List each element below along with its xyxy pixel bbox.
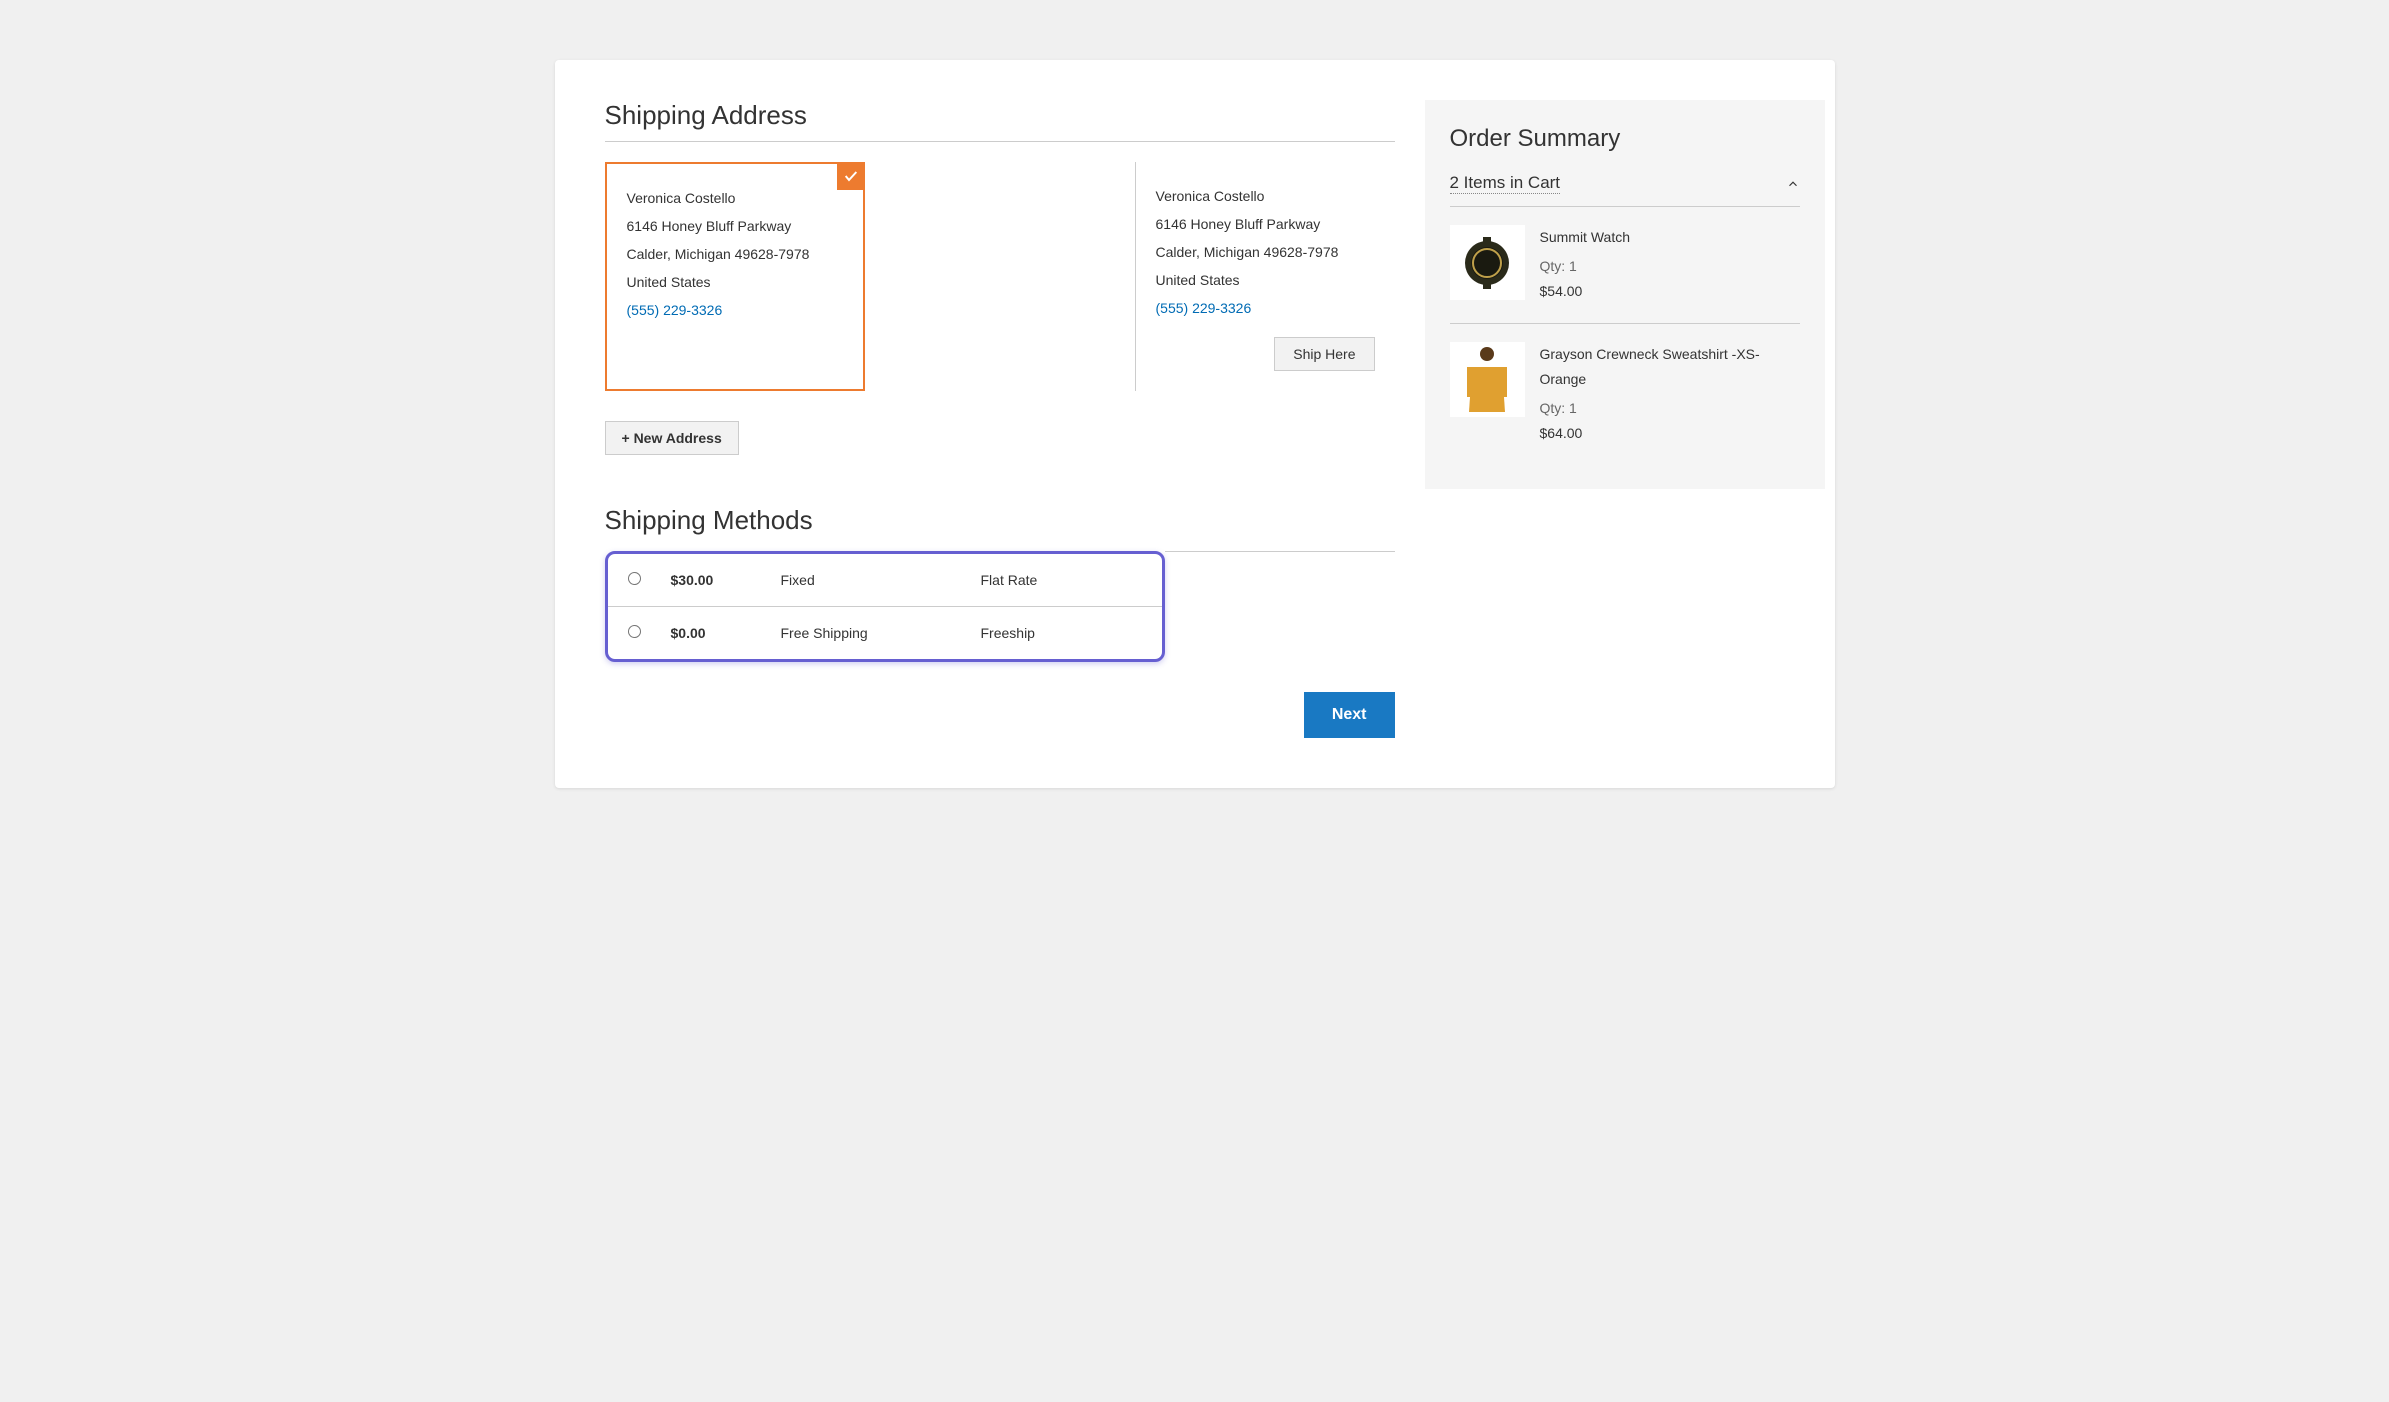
item-qty: Qty: 1	[1540, 254, 1631, 279]
address-street: 6146 Honey Bluff Parkway	[627, 212, 843, 240]
item-thumbnail	[1450, 225, 1525, 300]
shipping-method-row[interactable]: $30.00 Fixed Flat Rate	[608, 554, 1162, 607]
method-carrier: Freeship	[966, 607, 1162, 660]
cart-item: Summit Watch Qty: 1 $54.00	[1450, 207, 1800, 324]
shipping-address-title: Shipping Address	[605, 100, 1395, 142]
order-summary-box: Order Summary 2 Items in Cart	[1425, 100, 1825, 489]
shipping-methods-title: Shipping Methods	[605, 505, 1395, 546]
item-name: Summit Watch	[1540, 225, 1631, 250]
cart-items-toggle[interactable]: 2 Items in Cart	[1450, 173, 1800, 207]
address-country: United States	[1156, 266, 1375, 294]
item-qty: Qty: 1	[1540, 396, 1800, 421]
items-in-cart-label: 2 Items in Cart	[1450, 173, 1561, 194]
chevron-up-icon	[1786, 177, 1800, 191]
shipping-methods-box: $30.00 Fixed Flat Rate $0.00 Free Shippi…	[605, 551, 1165, 662]
address-name: Veronica Costello	[1156, 182, 1375, 210]
shipping-methods-section: Shipping Methods $30.00 Fixed Flat Rate …	[605, 505, 1395, 662]
address-phone-link[interactable]: (555) 229-3326	[627, 296, 843, 324]
main-column: Shipping Address Veronica Costello 6146 …	[605, 100, 1395, 738]
method-carrier: Flat Rate	[966, 554, 1162, 607]
address-phone-link[interactable]: (555) 229-3326	[1156, 294, 1375, 322]
item-price: $54.00	[1540, 279, 1631, 304]
address-card-unselected[interactable]: Veronica Costello 6146 Honey Bluff Parkw…	[1135, 162, 1395, 391]
address-street: 6146 Honey Bluff Parkway	[1156, 210, 1375, 238]
method-name: Free Shipping	[766, 607, 966, 660]
order-summary-title: Order Summary	[1450, 125, 1800, 153]
method-price: $30.00	[656, 554, 766, 607]
address-city: Calder, Michigan 49628-7978	[627, 240, 843, 268]
next-button[interactable]: Next	[1304, 692, 1395, 738]
shipping-method-radio[interactable]	[628, 625, 641, 638]
method-name: Fixed	[766, 554, 966, 607]
shipping-method-row[interactable]: $0.00 Free Shipping Freeship	[608, 607, 1162, 660]
item-price: $64.00	[1540, 421, 1800, 446]
method-price: $0.00	[656, 607, 766, 660]
checkout-container: Shipping Address Veronica Costello 6146 …	[555, 60, 1835, 788]
summary-column: Order Summary 2 Items in Cart	[1425, 100, 1825, 738]
address-city: Calder, Michigan 49628-7978	[1156, 238, 1375, 266]
ship-here-button[interactable]: Ship Here	[1274, 337, 1374, 371]
address-card-selected[interactable]: Veronica Costello 6146 Honey Bluff Parkw…	[605, 162, 865, 391]
item-details: Grayson Crewneck Sweatshirt -XS-Orange Q…	[1540, 342, 1800, 447]
addresses-row: Veronica Costello 6146 Honey Bluff Parkw…	[605, 162, 1395, 391]
new-address-button[interactable]: + New Address	[605, 421, 739, 455]
item-thumbnail	[1450, 342, 1525, 417]
shipping-methods-table: $30.00 Fixed Flat Rate $0.00 Free Shippi…	[608, 554, 1162, 659]
address-name: Veronica Costello	[627, 184, 843, 212]
item-details: Summit Watch Qty: 1 $54.00	[1540, 225, 1631, 305]
item-name: Grayson Crewneck Sweatshirt -XS-Orange	[1540, 342, 1800, 392]
shipping-method-radio[interactable]	[628, 572, 641, 585]
check-icon	[837, 162, 865, 190]
address-country: United States	[627, 268, 843, 296]
cart-item: Grayson Crewneck Sweatshirt -XS-Orange Q…	[1450, 324, 1800, 465]
